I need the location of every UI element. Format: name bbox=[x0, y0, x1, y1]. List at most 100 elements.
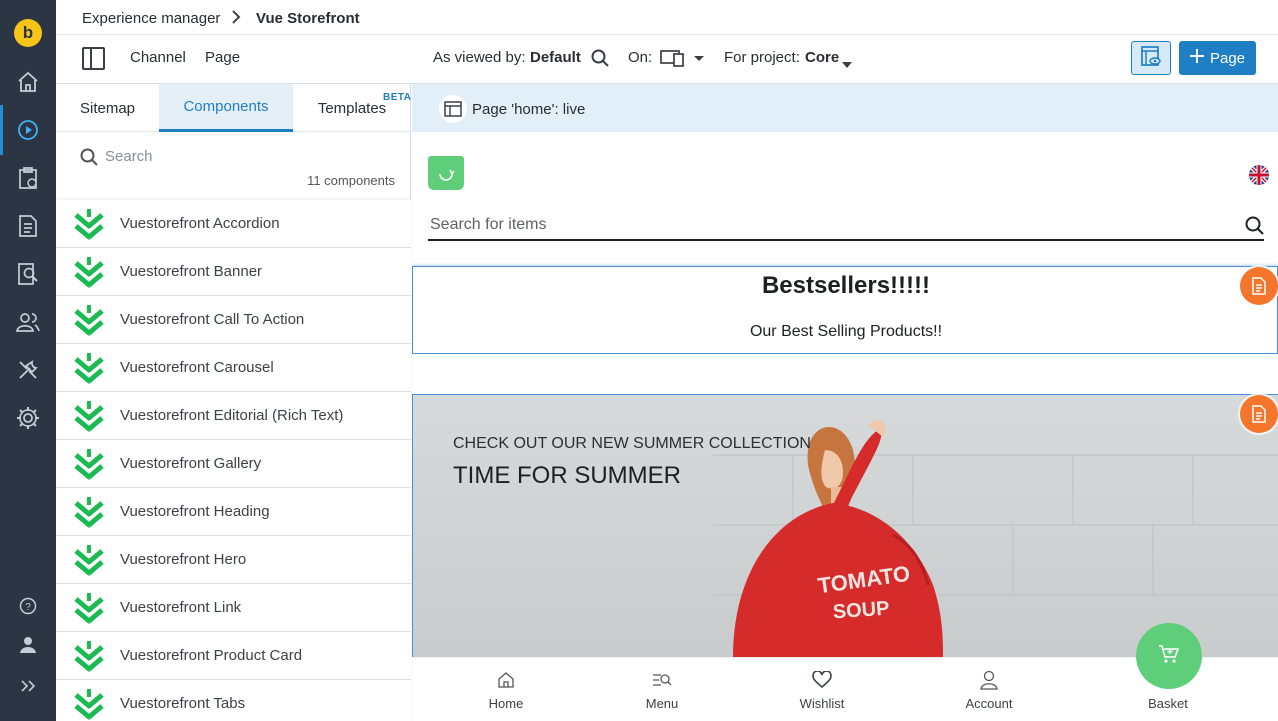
page-menu[interactable]: Page bbox=[205, 49, 240, 66]
component-label: Vuestorefront Hero bbox=[120, 551, 247, 568]
component-chevron-icon bbox=[72, 687, 106, 721]
bloomreach-logo[interactable]: b bbox=[14, 19, 42, 47]
component-list: Vuestorefront Accordion Vuestorefront Ban… bbox=[56, 200, 411, 721]
add-page-label: Page bbox=[1209, 49, 1246, 67]
plus-icon bbox=[1189, 49, 1204, 67]
viewed-by-value[interactable]: Default bbox=[530, 49, 581, 66]
component-chevron-icon bbox=[72, 207, 106, 246]
component-count: 11 components bbox=[307, 173, 395, 188]
component-chevron-icon bbox=[72, 255, 106, 294]
component-item[interactable]: Vuestorefront Editorial (Rich Text) bbox=[56, 392, 411, 440]
search-icon[interactable] bbox=[591, 49, 609, 72]
nav-home[interactable]: Home bbox=[466, 668, 546, 711]
component-item[interactable]: Vuestorefront Gallery bbox=[56, 440, 411, 488]
component-chevron-icon bbox=[72, 639, 106, 678]
cart-icon bbox=[1158, 644, 1180, 669]
component-item[interactable]: Vuestorefront Call To Action bbox=[56, 296, 411, 344]
component-label: Vuestorefront Tabs bbox=[120, 695, 246, 712]
account-icon[interactable] bbox=[0, 629, 56, 659]
panel-tabs: Sitemap Components Templates BETA bbox=[56, 84, 411, 132]
preview-mode-button[interactable] bbox=[1131, 41, 1171, 75]
edit-content-icon[interactable] bbox=[1240, 395, 1278, 433]
nav-menu[interactable]: Menu bbox=[622, 668, 702, 711]
account-icon bbox=[949, 668, 1029, 692]
expand-icon[interactable] bbox=[0, 671, 56, 701]
devices-icon bbox=[660, 50, 708, 71]
nav-account-label: Account bbox=[965, 696, 1013, 711]
global-nav-rail: b ? bbox=[0, 0, 56, 721]
component-chevron-icon bbox=[72, 303, 106, 342]
component-item[interactable]: Vuestorefront Product Card bbox=[56, 632, 411, 680]
component-item[interactable]: Vuestorefront Link bbox=[56, 584, 411, 632]
component-search-input[interactable] bbox=[105, 145, 385, 167]
component-item[interactable]: Vuestorefront Tabs bbox=[56, 680, 411, 721]
preview-eye-icon bbox=[1140, 45, 1162, 72]
page-status-bar: Page 'home': live bbox=[412, 84, 1278, 132]
tab-sitemap[interactable]: Sitemap bbox=[56, 84, 159, 132]
search-icon bbox=[80, 148, 98, 171]
component-label: Vuestorefront Link bbox=[120, 599, 242, 616]
viewed-by-label: As viewed by: bbox=[433, 49, 526, 66]
component-item[interactable]: Vuestorefront Hero bbox=[56, 536, 411, 584]
help-icon[interactable]: ? bbox=[0, 591, 56, 621]
search-icon[interactable] bbox=[1245, 216, 1264, 240]
store-search-placeholder: Search for items bbox=[430, 216, 547, 233]
page-preview: Page 'home': live Search for items Bests… bbox=[412, 84, 1278, 721]
component-label: Vuestorefront Call To Action bbox=[120, 311, 305, 328]
component-item[interactable]: Vuestorefront Accordion bbox=[56, 200, 411, 248]
breadcrumb-current: Vue Storefront bbox=[256, 10, 360, 27]
users-icon[interactable] bbox=[0, 307, 56, 337]
component-label: Vuestorefront Accordion bbox=[120, 215, 280, 232]
header-bar: Experience manager Vue Storefront bbox=[56, 0, 1278, 35]
store-search-bar[interactable]: Search for items bbox=[428, 208, 1264, 241]
project-label: For project: bbox=[724, 49, 800, 66]
store-logo[interactable] bbox=[428, 156, 464, 190]
basket-button[interactable] bbox=[1136, 623, 1202, 689]
page-layout-icon[interactable] bbox=[439, 95, 467, 123]
component-chevron-icon bbox=[72, 447, 106, 486]
empty-container[interactable] bbox=[412, 354, 1278, 395]
svg-text:?: ? bbox=[25, 602, 31, 613]
add-page-button[interactable]: Page bbox=[1179, 41, 1256, 75]
bestsellers-section[interactable]: Bestsellers!!!!! Our Best Selling Produc… bbox=[412, 266, 1278, 354]
nav-account[interactable]: Account bbox=[949, 668, 1029, 711]
home-icon bbox=[466, 668, 546, 692]
left-panel: Sitemap Components Templates BETA 11 com… bbox=[56, 84, 411, 721]
chevron-down-icon[interactable] bbox=[842, 55, 852, 73]
home-icon[interactable] bbox=[0, 67, 56, 97]
hero-banner[interactable]: TOMATO SOUP CHECK OUT OUR NEW SUMMER COL… bbox=[412, 395, 1278, 657]
component-chevron-icon bbox=[72, 543, 106, 582]
hero-pretitle: CHECK OUT OUR NEW SUMMER COLLECTION bbox=[453, 435, 811, 452]
component-label: Vuestorefront Carousel bbox=[120, 359, 274, 376]
nav-menu-label: Menu bbox=[645, 696, 679, 711]
heart-icon bbox=[782, 668, 862, 692]
nav-wishlist-label: Wishlist bbox=[799, 696, 845, 711]
component-label: Vuestorefront Editorial (Rich Text) bbox=[120, 407, 344, 424]
settings-icon[interactable] bbox=[0, 403, 56, 433]
tab-components[interactable]: Components bbox=[159, 84, 293, 132]
nav-basket-label[interactable]: Basket bbox=[1128, 696, 1208, 711]
nav-home-label: Home bbox=[488, 696, 524, 711]
component-item[interactable]: Vuestorefront Heading bbox=[56, 488, 411, 536]
component-search: 11 components bbox=[56, 132, 411, 200]
component-item[interactable]: Vuestorefront Carousel bbox=[56, 344, 411, 392]
collapse-panel-button[interactable] bbox=[82, 47, 105, 70]
component-chevron-icon bbox=[72, 399, 106, 438]
shirt-text-line2: SOUP bbox=[832, 597, 890, 623]
edit-content-icon[interactable] bbox=[1240, 267, 1278, 305]
on-label: On: bbox=[628, 49, 653, 66]
projects-icon[interactable] bbox=[0, 163, 56, 193]
component-label: Vuestorefront Heading bbox=[120, 503, 270, 520]
device-select[interactable] bbox=[660, 49, 708, 72]
channel-menu[interactable]: Channel bbox=[130, 49, 186, 66]
uk-flag-icon[interactable] bbox=[1249, 165, 1269, 185]
bestsellers-title: Bestsellers!!!!! bbox=[761, 272, 931, 299]
tools-icon[interactable] bbox=[0, 355, 56, 385]
documents-icon[interactable] bbox=[0, 211, 56, 241]
breadcrumb-parent[interactable]: Experience manager bbox=[82, 10, 220, 27]
component-item[interactable]: Vuestorefront Banner bbox=[56, 248, 411, 296]
project-value[interactable]: Core bbox=[805, 49, 839, 66]
nav-wishlist[interactable]: Wishlist bbox=[782, 668, 862, 711]
content-reports-icon[interactable] bbox=[0, 259, 56, 289]
channels-icon[interactable] bbox=[0, 105, 56, 155]
